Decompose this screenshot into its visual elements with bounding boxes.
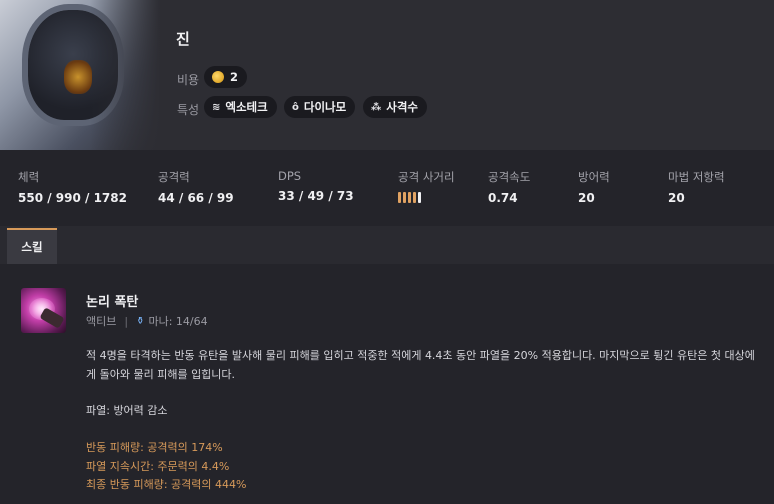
skill-description: 적 4명을 타격하는 반동 유탄을 발사해 물리 피해를 입히고 적중한 적에게… — [86, 349, 755, 381]
trait-label: 사격수 — [386, 100, 418, 114]
tab-bar — [0, 226, 774, 264]
skill-icon — [21, 288, 66, 333]
stat-attack-speed: 공격속도 0.74 — [488, 169, 530, 205]
gold-coin-icon — [212, 71, 224, 83]
stat-value: 33 / 49 / 73 — [278, 189, 354, 203]
portrait-eye — [64, 60, 92, 94]
stat-health: 체력 550 / 990 / 1782 — [18, 169, 127, 205]
stat-label: 공격 사거리 — [398, 170, 455, 184]
skill-scaling: 반동 피해량: 공격력의 174% — [86, 441, 223, 454]
stat-attack-range: 공격 사거리 — [398, 169, 455, 203]
mana-potion-icon: ⚱ — [136, 315, 145, 327]
trait-chip-marksman[interactable]: ⁂ 사격수 — [363, 96, 427, 118]
range-bar — [413, 192, 416, 203]
stat-label: DPS — [278, 169, 302, 183]
skill-scaling: 파열 지속시간: 주문력의 4.4% — [86, 460, 230, 473]
cost-badge: 2 — [204, 66, 248, 88]
stat-value: 20 — [578, 191, 595, 205]
range-indicator — [398, 192, 455, 203]
stat-value: 0.74 — [488, 191, 518, 205]
stat-value: 20 — [668, 191, 685, 205]
champion-portrait — [0, 0, 160, 150]
range-bar — [408, 192, 411, 203]
stat-armor: 방어력 20 — [578, 169, 610, 205]
range-bar — [403, 192, 406, 203]
stat-label: 마법 저항력 — [668, 170, 725, 184]
trait-chip-exotech[interactable]: ≋ 엑소테크 — [204, 96, 277, 118]
marksman-icon: ⁂ — [371, 101, 382, 113]
skill-meta: 액티브 | ⚱ 마나: 14/64 — [86, 313, 208, 329]
skill-name: 논리 폭탄 — [86, 295, 139, 310]
portrait-fade — [90, 0, 160, 150]
cost-value: 2 — [230, 70, 239, 84]
trait-chip-dynamo[interactable]: ô 다이나모 — [284, 96, 356, 118]
separator: | — [124, 314, 129, 328]
stat-dps: DPS 33 / 49 / 73 — [278, 169, 354, 203]
trait-label: 엑소테크 — [225, 100, 268, 114]
range-bar — [398, 192, 401, 203]
stat-label: 공격력 — [158, 170, 190, 184]
stat-value: 550 / 990 / 1782 — [18, 191, 127, 205]
range-bar — [418, 192, 421, 203]
tab-skill[interactable]: 스킬 — [7, 228, 57, 264]
stat-value: 44 / 66 / 99 — [158, 191, 234, 205]
trait-label: 다이나모 — [303, 100, 347, 114]
skill-type: 액티브 — [86, 315, 117, 328]
stat-attack-damage: 공격력 44 / 66 / 99 — [158, 169, 234, 205]
skill-mana: 마나: 14/64 — [148, 315, 208, 328]
stat-label: 방어력 — [578, 170, 610, 184]
stat-label: 체력 — [18, 170, 40, 184]
skill-effect: 파열: 방어력 감소 — [86, 404, 168, 417]
dynamo-icon: ô — [292, 101, 299, 113]
stat-label: 공격속도 — [488, 170, 531, 184]
hexagon-wave-icon: ≋ — [212, 101, 221, 113]
traits-label: 특성 — [177, 103, 200, 117]
skill-scaling: 최종 반동 피해량: 공격력의 444% — [86, 478, 247, 491]
stat-magic-resist: 마법 저항력 20 — [668, 169, 725, 205]
cost-label: 비용 — [177, 73, 200, 87]
skill-icon-launcher — [39, 307, 65, 329]
champion-name: 진 — [176, 30, 190, 48]
